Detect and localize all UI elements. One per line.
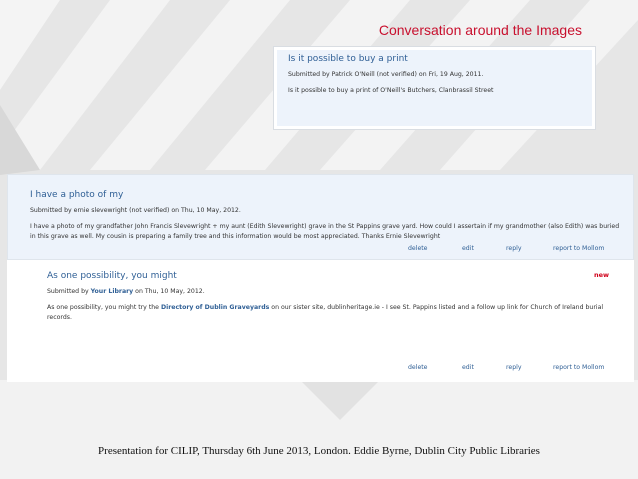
new-badge: new [593,271,609,279]
edit-link[interactable]: edit [462,364,474,371]
submitted-prefix: Submitted by [47,288,91,295]
submitted-suffix: on Thu, 10 May, 2012. [133,288,205,295]
author-link[interactable]: Your Library [91,288,134,295]
top-comment-panel: Is it possible to buy a print Submitted … [273,46,596,130]
comment-submitted: Submitted by ernie slevewright (not veri… [30,207,241,214]
slide-title: Conversation around the Images [378,22,582,38]
comment-submitted: Submitted by Patrick O'Neill (not verifi… [288,71,484,78]
comment-title[interactable]: Is it possible to buy a print [288,54,592,64]
comment-title[interactable]: As one possibility, you might [47,271,634,281]
comment-body: Is it possible to buy a print of O'Neill… [288,87,494,94]
comment-your-library: new As one possibility, you might Submit… [30,267,634,382]
report-to-mollom-link[interactable]: report to Mollom [553,245,604,252]
report-to-mollom-link[interactable]: report to Mollom [553,364,604,371]
slide-footer: Presentation for CILIP, Thursday 6th Jun… [98,445,540,457]
directory-link[interactable]: Directory of Dublin Graveyards [161,304,269,311]
delete-link[interactable]: delete [408,245,428,252]
comment-submitted: Submitted by Your Library on Thu, 10 May… [47,288,634,295]
comment-body: As one possibility, you might try the Di… [47,303,617,323]
edit-link[interactable]: edit [462,245,474,252]
reply-link[interactable]: reply [506,245,522,252]
comment-body: I have a photo of my grandfather John Fr… [30,223,620,240]
reply-link[interactable]: reply [506,364,522,371]
top-comment: Is it possible to buy a print Submitted … [277,50,592,126]
body-text: As one possibility, you might try the [47,304,161,311]
comment-title[interactable]: I have a photo of my [30,190,633,200]
delete-link[interactable]: delete [408,364,428,371]
comments-panel: I have a photo of my Submitted by ernie … [7,174,634,382]
comment-ernie: I have a photo of my Submitted by ernie … [7,174,634,260]
